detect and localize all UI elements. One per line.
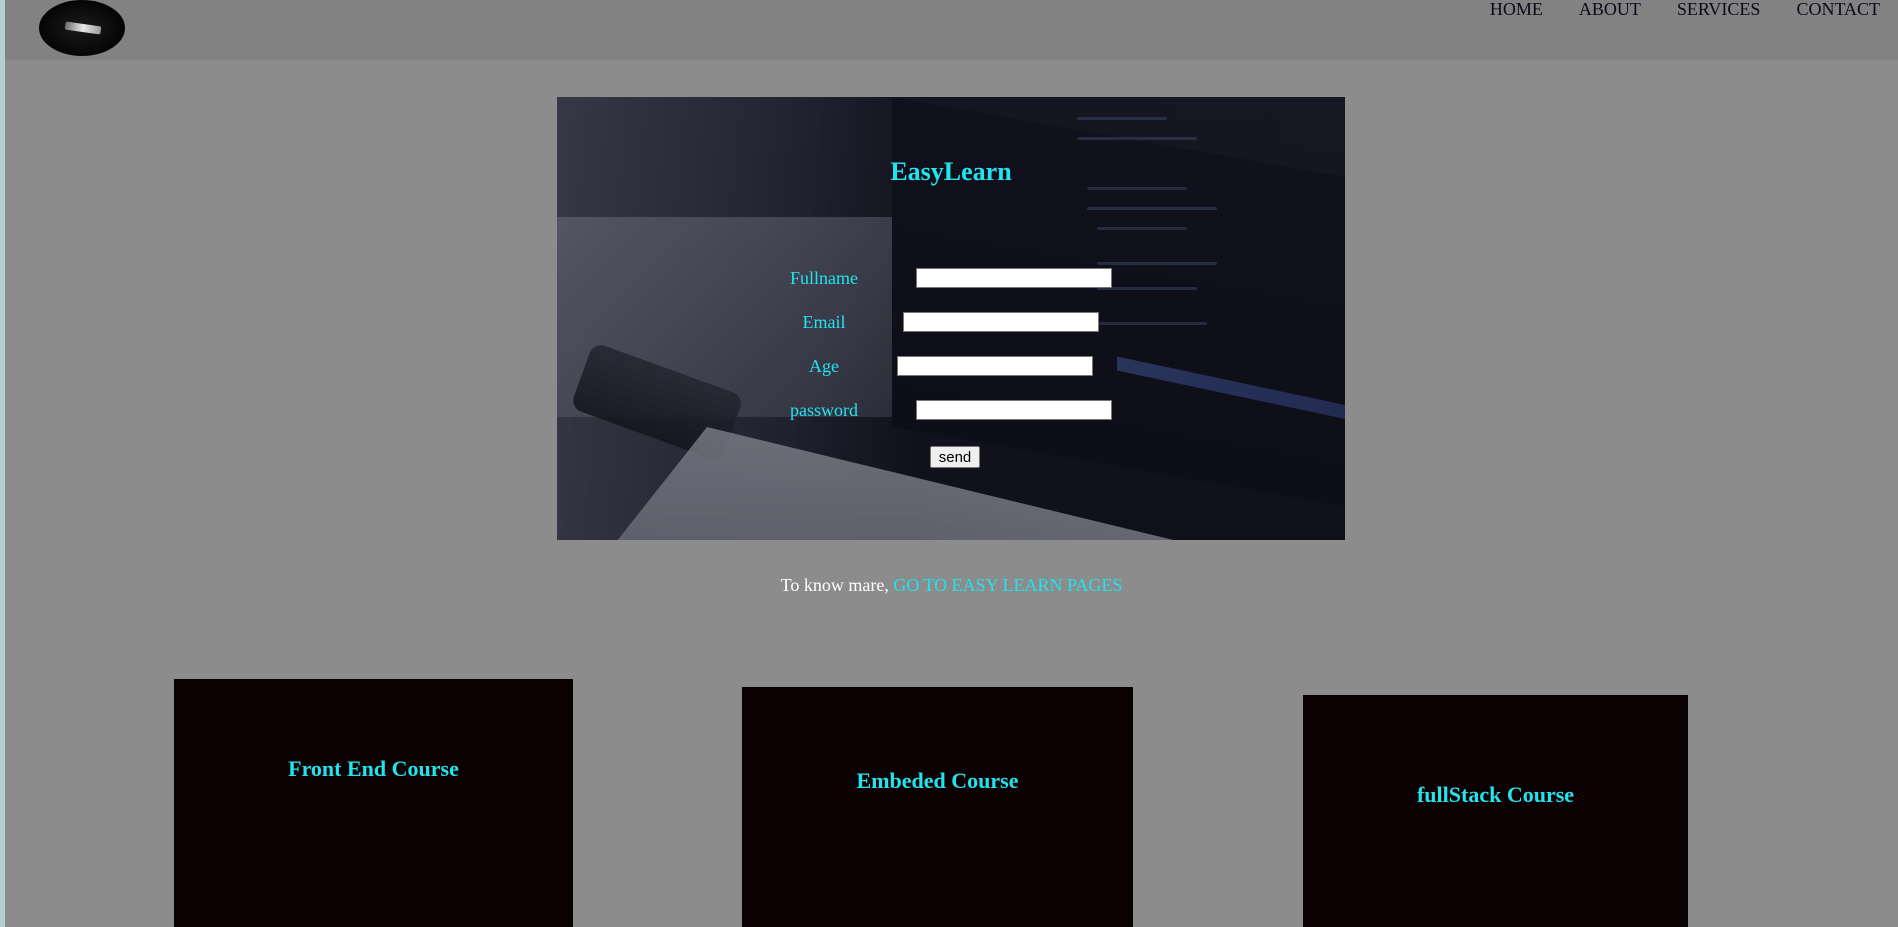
nav-home-link[interactable]: HOME [1490,0,1543,18]
age-label: Age [809,356,839,376]
page: HOME ABOUT SERVICES CONTACT EasyLearn Fu… [5,0,1898,927]
easy-learn-pages-link[interactable]: GO TO EASY LEARN PAGES [893,575,1122,595]
course-card-fullstack[interactable]: fullStack Course [1303,695,1688,927]
age-input[interactable] [897,356,1093,376]
course-title: Front End Course [288,756,459,781]
fullname-label: Fullname [790,268,858,288]
nav-about-link[interactable]: ABOUT [1579,0,1641,18]
course-card-embeded[interactable]: Embeded Course [742,687,1133,927]
form-title: EasyLearn [890,157,1012,186]
course-card-front-end[interactable]: Front End Course [174,679,573,927]
signup-form-panel: EasyLearn Fullname Email Age password se… [557,97,1345,540]
header: HOME ABOUT SERVICES CONTACT [5,0,1898,60]
email-label: Email [802,312,846,332]
know-more-prefix: To know mare, [780,575,889,595]
send-button[interactable]: send [930,446,980,468]
password-label: password [790,400,858,420]
know-more-text: To know mare, GO TO EASY LEARN PAGES [5,575,1898,596]
course-title: Embeded Course [856,768,1019,793]
logo-phone-shape [64,21,102,35]
password-input[interactable] [916,400,1112,420]
phone-logo-icon[interactable] [39,0,125,56]
nav-services-link[interactable]: SERVICES [1677,0,1761,18]
fullname-input[interactable] [916,268,1112,288]
main-nav: HOME ABOUT SERVICES CONTACT [1490,0,1880,18]
course-title: fullStack Course [1416,782,1575,807]
nav-contact-link[interactable]: CONTACT [1796,0,1880,18]
email-input[interactable] [903,312,1099,332]
